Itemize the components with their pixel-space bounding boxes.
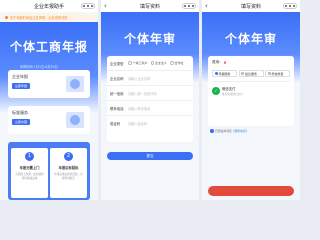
- nav-bar: ‹ 填写资料: [202, 0, 300, 12]
- checkbox-icon[interactable]: [210, 129, 214, 133]
- verification-code-field[interactable]: 验证码 请输入验证码: [107, 116, 193, 131]
- step-description: 年报完成后提供回执，方便查询核实: [54, 173, 83, 180]
- radio-icon: [214, 72, 218, 75]
- divider: [212, 81, 290, 82]
- type-option-coop[interactable]: 合作社: [170, 61, 184, 65]
- hero-title: 个体年审: [224, 32, 277, 46]
- radio-icon: [241, 72, 244, 75]
- notice-bar[interactable]: 关于年报时间及注意事项，点击查看详情: [3, 14, 95, 21]
- pay-button[interactable]: [208, 186, 294, 196]
- phone-field[interactable]: 联系电话 请输入联系电话: [107, 101, 193, 116]
- option-label: 异常修复: [271, 71, 284, 76]
- mini-program-capsule[interactable]: [182, 3, 196, 9]
- option-label: 个体工商户: [132, 61, 148, 65]
- field-placeholder: 请输入企业名称: [128, 76, 151, 81]
- nav-title: 填写资料: [139, 3, 160, 10]
- credit-code-field[interactable]: 统一信用 请输入统一信用代码: [107, 86, 193, 101]
- back-arrow-icon[interactable]: ‹: [205, 1, 208, 11]
- nav-title: 企业年报助手: [33, 3, 64, 10]
- field-label: 验证码: [110, 122, 121, 126]
- option-annual-report[interactable]: 年报服务: [212, 70, 237, 77]
- option-repair[interactable]: 异常修复: [265, 70, 290, 77]
- nav-bar: ‹ 填写资料: [101, 0, 199, 12]
- step-title: 年报无需上门: [19, 166, 40, 170]
- step-number: 2: [64, 152, 73, 161]
- step-description: 全程线上办理，提交资料即可快速完成: [15, 173, 44, 180]
- agreement-link[interactable]: 《服务协议》: [232, 129, 249, 133]
- nav-bar: 企业年报助手: [0, 0, 98, 12]
- service-options: 年报服务 加急服务 异常修复: [212, 70, 290, 77]
- nav-title: 填写资料: [240, 3, 261, 10]
- payment-screen: ‹ 填写资料 个体年审 费用： ¥ 年报服务 加急服务 异常修复 ✓ 微信支付 …: [202, 0, 300, 200]
- company-name-field[interactable]: 企业名称 请输入企业名称: [107, 71, 193, 86]
- radio-icon: [150, 61, 155, 65]
- wechat-pay-option[interactable]: ✓ 微信支付 推荐使用微信支付: [212, 86, 290, 96]
- hero-subtitle: 年报时间 1月1日-6月30日: [20, 65, 58, 69]
- report-now-button[interactable]: 立即年报: [12, 83, 30, 89]
- agreement-row[interactable]: 已阅读并同意 《服务协议》: [210, 129, 249, 133]
- standard-service-card[interactable]: 标准服务 立即办理: [8, 106, 90, 134]
- hero-banner: 个体工商年报 年报时间 1月1日-6月30日: [0, 22, 98, 112]
- agreement-text: 已阅读并同意: [215, 129, 232, 133]
- fee-value: ¥: [223, 60, 227, 65]
- company-type-row: 企业类型 个体工商户 企业法人 合作社: [107, 56, 193, 71]
- option-label: 加急服务: [245, 71, 258, 76]
- info-form: 企业类型 个体工商户 企业法人 合作社 企业名称 请输入企业名称 统一信用 请输…: [107, 56, 193, 142]
- submit-button[interactable]: 提交: [107, 152, 193, 160]
- field-placeholder: 请输入统一信用代码: [128, 91, 157, 96]
- screenshot-collage: 企业年报助手 关于年报时间及注意事项，点击查看详情 个体工商年报 年报时间 1月…: [0, 0, 300, 200]
- field-label: 联系电话: [110, 106, 124, 111]
- hero-title: 个体年审: [123, 32, 176, 46]
- option-label: 合作社: [174, 61, 184, 65]
- apply-now-button[interactable]: 立即办理: [12, 119, 30, 125]
- fee-label: 费用：: [212, 60, 223, 64]
- step-card: 1 年报无需上门 全程线上办理，提交资料即可快速完成: [11, 148, 48, 198]
- steps-section: 1 年报无需上门 全程线上办理，提交资料即可快速完成 2 年报后有回执 年报完成…: [8, 142, 90, 200]
- mini-program-capsule[interactable]: [283, 3, 297, 9]
- service-illustration-icon: [66, 112, 84, 128]
- pay-text: 微信支付 推荐使用微信支付: [222, 86, 243, 96]
- step-card: 2 年报后有回执 年报完成后提供回执，方便查询核实: [50, 148, 87, 198]
- option-label: 年报服务: [218, 71, 231, 76]
- type-option-individual[interactable]: 个体工商户: [128, 61, 148, 65]
- step-number: 1: [25, 152, 34, 161]
- radio-icon: [267, 72, 271, 75]
- radio-icon: [128, 61, 132, 65]
- annual-report-card[interactable]: 企业年报 立即年报: [8, 70, 90, 98]
- pay-method-name: 微信支付: [222, 86, 236, 91]
- hero-title: 个体工商年报: [9, 40, 88, 54]
- speaker-icon: [5, 16, 8, 19]
- form-screen: ‹ 填写资料 个体年审 企业类型 个体工商户 企业法人 合作社 企业名称 请输入…: [101, 0, 199, 200]
- step-title: 年报后有回执: [58, 166, 79, 170]
- fee-row: 费用： ¥: [212, 60, 290, 65]
- option-expedite[interactable]: 加急服务: [238, 70, 264, 77]
- field-label: 企业类型: [110, 61, 124, 66]
- mini-program-capsule[interactable]: [81, 3, 95, 9]
- home-screen: 企业年报助手 关于年报时间及注意事项，点击查看详情 个体工商年报 年报时间 1月…: [0, 0, 98, 200]
- option-label: 企业法人: [155, 61, 168, 65]
- notice-text: 关于年报时间及注意事项，点击查看详情: [10, 16, 68, 20]
- type-option-enterprise[interactable]: 企业法人: [150, 61, 168, 65]
- pay-method-sub: 推荐使用微信支付: [222, 92, 243, 96]
- field-placeholder: 请输入验证码: [128, 122, 148, 126]
- payment-card: 费用： ¥ 年报服务 加急服务 异常修复 ✓ 微信支付 推荐使用微信支付: [208, 56, 294, 126]
- back-arrow-icon[interactable]: ‹: [104, 1, 107, 11]
- field-placeholder: 请输入联系电话: [128, 106, 151, 111]
- report-illustration-icon: [66, 76, 84, 92]
- radio-icon: [170, 61, 174, 65]
- wechat-pay-icon: ✓: [212, 86, 220, 95]
- field-label: 统一信用: [110, 91, 124, 96]
- field-label: 企业名称: [110, 76, 124, 81]
